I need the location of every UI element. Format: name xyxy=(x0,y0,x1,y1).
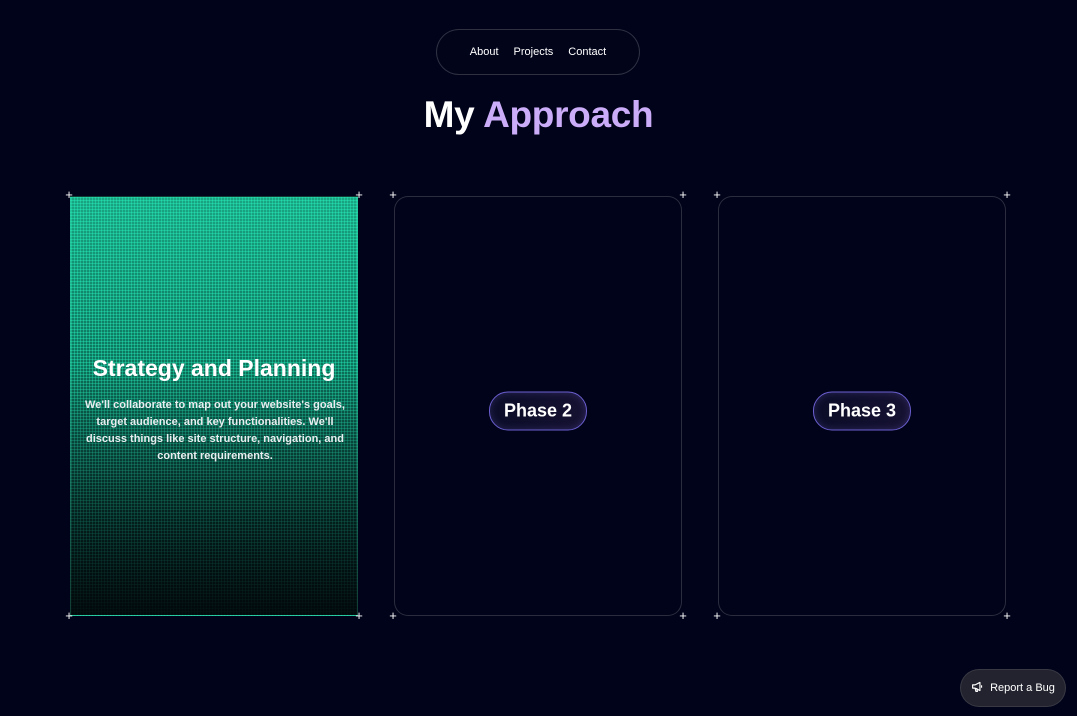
corner-plus-icon: + xyxy=(1003,608,1011,623)
approach-card-phase-3[interactable]: Phase 3 xyxy=(718,196,1006,616)
corner-plus-icon: + xyxy=(355,187,363,202)
corner-plus-icon: + xyxy=(65,187,73,202)
report-bug-button[interactable]: Report a Bug xyxy=(960,669,1066,707)
corner-plus-icon: + xyxy=(679,608,687,623)
nav-about-link[interactable]: About xyxy=(470,46,499,58)
title-prefix: My xyxy=(423,94,475,135)
corner-plus-icon: + xyxy=(389,608,397,623)
corner-plus-icon: + xyxy=(65,608,73,623)
title-accent: Approach xyxy=(483,94,654,135)
phase-3-badge: Phase 3 xyxy=(812,391,912,431)
approach-card-phase-2[interactable]: Phase 2 xyxy=(394,196,682,616)
corner-plus-icon: + xyxy=(389,187,397,202)
top-nav: About Projects Contact xyxy=(436,29,640,75)
card-description: We'll collaborate to map out your websit… xyxy=(85,399,345,462)
corner-plus-icon: + xyxy=(713,608,721,623)
page-title: My Approach xyxy=(0,94,1077,136)
phase-2-badge: Phase 2 xyxy=(488,391,588,431)
corner-plus-icon: + xyxy=(355,608,363,623)
card-title: Strategy and Planning xyxy=(92,355,336,381)
nav-projects-link[interactable]: Projects xyxy=(514,46,554,58)
corner-plus-icon: + xyxy=(679,187,687,202)
nav-contact-link[interactable]: Contact xyxy=(568,46,606,58)
report-bug-label: Report a Bug xyxy=(990,682,1055,694)
megaphone-icon xyxy=(971,680,984,696)
approach-card-strategy[interactable]: Strategy and Planning We'll collaborate … xyxy=(70,196,358,616)
corner-plus-icon: + xyxy=(713,187,721,202)
corner-plus-icon: + xyxy=(1003,187,1011,202)
